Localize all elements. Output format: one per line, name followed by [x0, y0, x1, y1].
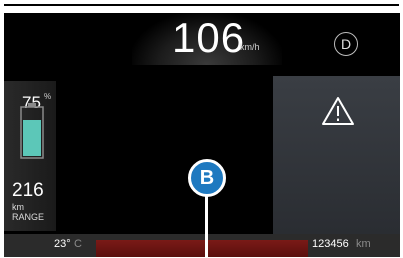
- callout-badge: B: [188, 159, 226, 197]
- temperature-unit: C: [74, 238, 82, 250]
- battery-icon: [20, 103, 44, 159]
- odometer-unit: km: [356, 238, 371, 250]
- callout-label: B: [199, 167, 215, 189]
- top-divider: [4, 4, 399, 6]
- range-label: RANGE: [12, 212, 45, 222]
- speed-unit: km/h: [240, 42, 260, 52]
- gear-value: D: [340, 36, 352, 52]
- instrument-cluster: 106 km/h D 75 % 216 km RANGE 23° C 12345…: [4, 13, 400, 257]
- range-unit: km: [12, 202, 24, 212]
- range-value: 216: [12, 180, 44, 201]
- gear-indicator: D: [334, 32, 358, 56]
- warning-triangle-icon: [322, 97, 354, 125]
- outside-temperature: 23°: [54, 238, 71, 250]
- alert-strip: [96, 240, 308, 257]
- speed-value: 106: [172, 14, 246, 61]
- battery-fill: [23, 120, 41, 156]
- odometer-value: 123456: [312, 238, 349, 250]
- callout-pointer-line: [205, 191, 208, 257]
- battery-percent-symbol: %: [44, 92, 52, 101]
